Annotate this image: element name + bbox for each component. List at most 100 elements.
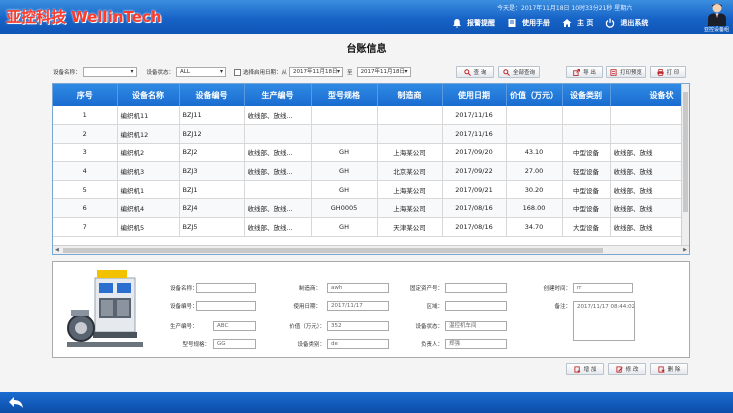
column-header[interactable]: 生产编号 <box>244 84 312 106</box>
detail-area-field[interactable] <box>445 301 507 311</box>
table-cell: 轻型设备 <box>562 161 611 181</box>
table-row[interactable]: 6 编织机4 BZJ4 收线部、放线... GH0005 上海某公司 2017/08/16 1… <box>53 198 689 219</box>
table-cell: 编织机12 <box>117 124 180 144</box>
table-row[interactable]: 5 编织机1 BZJ1 GH 上海某公司 2017/09/21 30.20 中型设备 收线部、放… <box>53 180 689 200</box>
column-header[interactable]: 型号规格 <box>311 84 378 106</box>
print-preview-icon <box>610 68 617 76</box>
detail-device-name-field[interactable] <box>196 283 256 293</box>
back-icon[interactable] <box>8 396 24 409</box>
column-header[interactable]: 设备类别 <box>562 84 611 106</box>
nav-label: 主 页 <box>577 19 594 27</box>
table-cell <box>610 124 689 144</box>
delete-button[interactable]: 删 除 <box>650 363 688 375</box>
query-all-label: 全部查询 <box>512 70 535 76</box>
device-name-select[interactable] <box>82 67 137 77</box>
table-cell: 编织机3 <box>117 161 180 181</box>
detail-status-label: 设备状态： <box>415 324 443 330</box>
detail-maker-field[interactable]: awh <box>327 283 389 293</box>
search-icon <box>463 68 471 76</box>
date-range-checkbox[interactable] <box>234 68 242 76</box>
date-to-picker[interactable]: 2017年11月18日 <box>356 67 411 77</box>
column-header[interactable]: 序号 <box>53 84 118 106</box>
detail-price-field[interactable]: 352 <box>327 321 389 331</box>
scroll-thumb[interactable] <box>683 92 688 212</box>
detail-maker-label: 制造商： <box>298 286 321 292</box>
table-row[interactable]: 4 编织机3 BZJ3 收线部、放线... GH 北京某公司 2017/09/22 27.00… <box>53 161 689 181</box>
home-icon <box>562 19 572 27</box>
table-cell <box>311 124 378 144</box>
detail-device-name-label: 设备名称： <box>170 286 198 292</box>
column-header[interactable]: 使用日期 <box>442 84 507 106</box>
add-icon <box>574 365 580 373</box>
detail-owner-field[interactable]: 郑强 <box>445 339 507 349</box>
table-cell <box>377 124 443 144</box>
detail-fixed-asset-field[interactable] <box>445 283 507 293</box>
table-cell: 编织机11 <box>117 106 180 126</box>
table-cell: BZJ2 <box>179 143 245 163</box>
detail-prod-no-field[interactable]: ABC <box>213 321 256 331</box>
query-all-button[interactable]: 全部查询 <box>498 66 540 78</box>
detail-remark-field[interactable]: 2017/11/17 08:44:02 <box>573 301 635 341</box>
scroll-left-arrow[interactable]: ◀ <box>55 246 59 254</box>
detail-fixed-asset-label: 固定资产号： <box>409 286 443 292</box>
detail-create-time-field[interactable]: rr <box>573 283 633 293</box>
scroll-right-arrow[interactable]: ▶ <box>683 246 687 254</box>
table-cell: 34.70 <box>506 217 563 237</box>
add-label: 增 加 <box>583 367 597 373</box>
print-button[interactable]: 打 印 <box>650 66 686 78</box>
user-profile[interactable]: 亚控设备组 <box>700 1 733 34</box>
table-cell: 大型设备 <box>562 217 611 237</box>
table-cell: BZJ12 <box>179 124 245 144</box>
table-cell: 收线部、放线... <box>244 198 312 219</box>
table-cell: 5 <box>53 180 118 200</box>
detail-device-no-field[interactable] <box>196 301 256 311</box>
device-status-select[interactable]: ALL <box>176 67 227 77</box>
query-button[interactable]: 查 询 <box>456 66 494 78</box>
print-preview-button[interactable]: 打印预览 <box>606 66 646 78</box>
modify-button[interactable]: 修 改 <box>608 363 646 375</box>
detail-model-field[interactable]: GG <box>213 339 256 349</box>
scroll-thumb[interactable] <box>63 248 603 253</box>
add-button[interactable]: 增 加 <box>566 363 604 375</box>
table-cell: 收线部、放线... <box>244 143 312 163</box>
nav-logout[interactable]: 退出系统 <box>605 18 648 28</box>
nav-label: 退出系统 <box>620 19 649 27</box>
table-row[interactable]: 1 编织机11 BZJ11 收线部、放线... 2017/11/16 <box>53 106 689 126</box>
vertical-scrollbar[interactable] <box>681 84 689 247</box>
table-cell: 上海某公司 <box>377 198 443 219</box>
column-header[interactable]: 设备名称 <box>117 84 180 106</box>
table-cell <box>506 124 563 144</box>
table-cell: 2017/11/16 <box>442 124 507 144</box>
table-cell: 编织机2 <box>117 143 180 163</box>
nav-alarm-reminder[interactable]: 报警提醒 <box>452 18 495 28</box>
nav-home[interactable]: 主 页 <box>562 18 593 28</box>
table-cell: 收线部、放线... <box>244 217 312 237</box>
nav-user-manual[interactable]: 使用手册 <box>507 18 550 28</box>
book-icon <box>508 19 516 27</box>
table-row[interactable]: 2 编织机12 BZJ12 2017/11/16 <box>53 124 689 144</box>
table-cell <box>610 106 689 126</box>
horizontal-scrollbar[interactable]: ◀ ▶ <box>53 245 689 254</box>
table-row[interactable]: 3 编织机2 BZJ2 收线部、放线... GH 上海某公司 2017/09/20 43.10… <box>53 143 689 163</box>
device-detail-panel: 设备名称： 制造商： awh 固定资产号： 创建时间： rr 设备编号： 使用日… <box>52 261 690 358</box>
table-cell: 7 <box>53 217 118 237</box>
table-cell: 4 <box>53 161 118 181</box>
table-cell: 天津某公司 <box>377 217 443 237</box>
column-header[interactable]: 制造商 <box>377 84 443 106</box>
detail-status-field[interactable]: 温控机车间 <box>445 321 507 331</box>
date-from-picker[interactable]: 2017年11月18日 <box>289 67 344 77</box>
export-button[interactable]: 导 出 <box>566 66 603 78</box>
table-row[interactable]: 7 编织机5 BZJ5 收线部、放线... GH 天津某公司 2017/08/16 34.70… <box>53 217 689 237</box>
detail-category-field[interactable]: de <box>327 339 389 349</box>
ledger-grid: 序号 设备名称 设备编号 生产编号 型号规格 制造商 使用日期 价值（万元） 设… <box>53 84 689 237</box>
column-header[interactable]: 设备编号 <box>179 84 245 106</box>
current-datetime: 今天是：2017年11月18日 10时33分21秒 星期六 <box>497 5 633 12</box>
table-cell: 中型设备 <box>562 198 611 219</box>
column-header[interactable]: 价值（万元） <box>506 84 563 106</box>
detail-device-no-label: 设备编号： <box>170 304 198 310</box>
print-label: 打 印 <box>666 70 680 76</box>
column-header[interactable]: 设备状 <box>610 84 689 106</box>
date-range-label: 选择启用日期：从 <box>243 70 288 76</box>
detail-use-date-field[interactable]: 2017/11/17 <box>327 301 389 311</box>
search-icon <box>503 68 510 76</box>
